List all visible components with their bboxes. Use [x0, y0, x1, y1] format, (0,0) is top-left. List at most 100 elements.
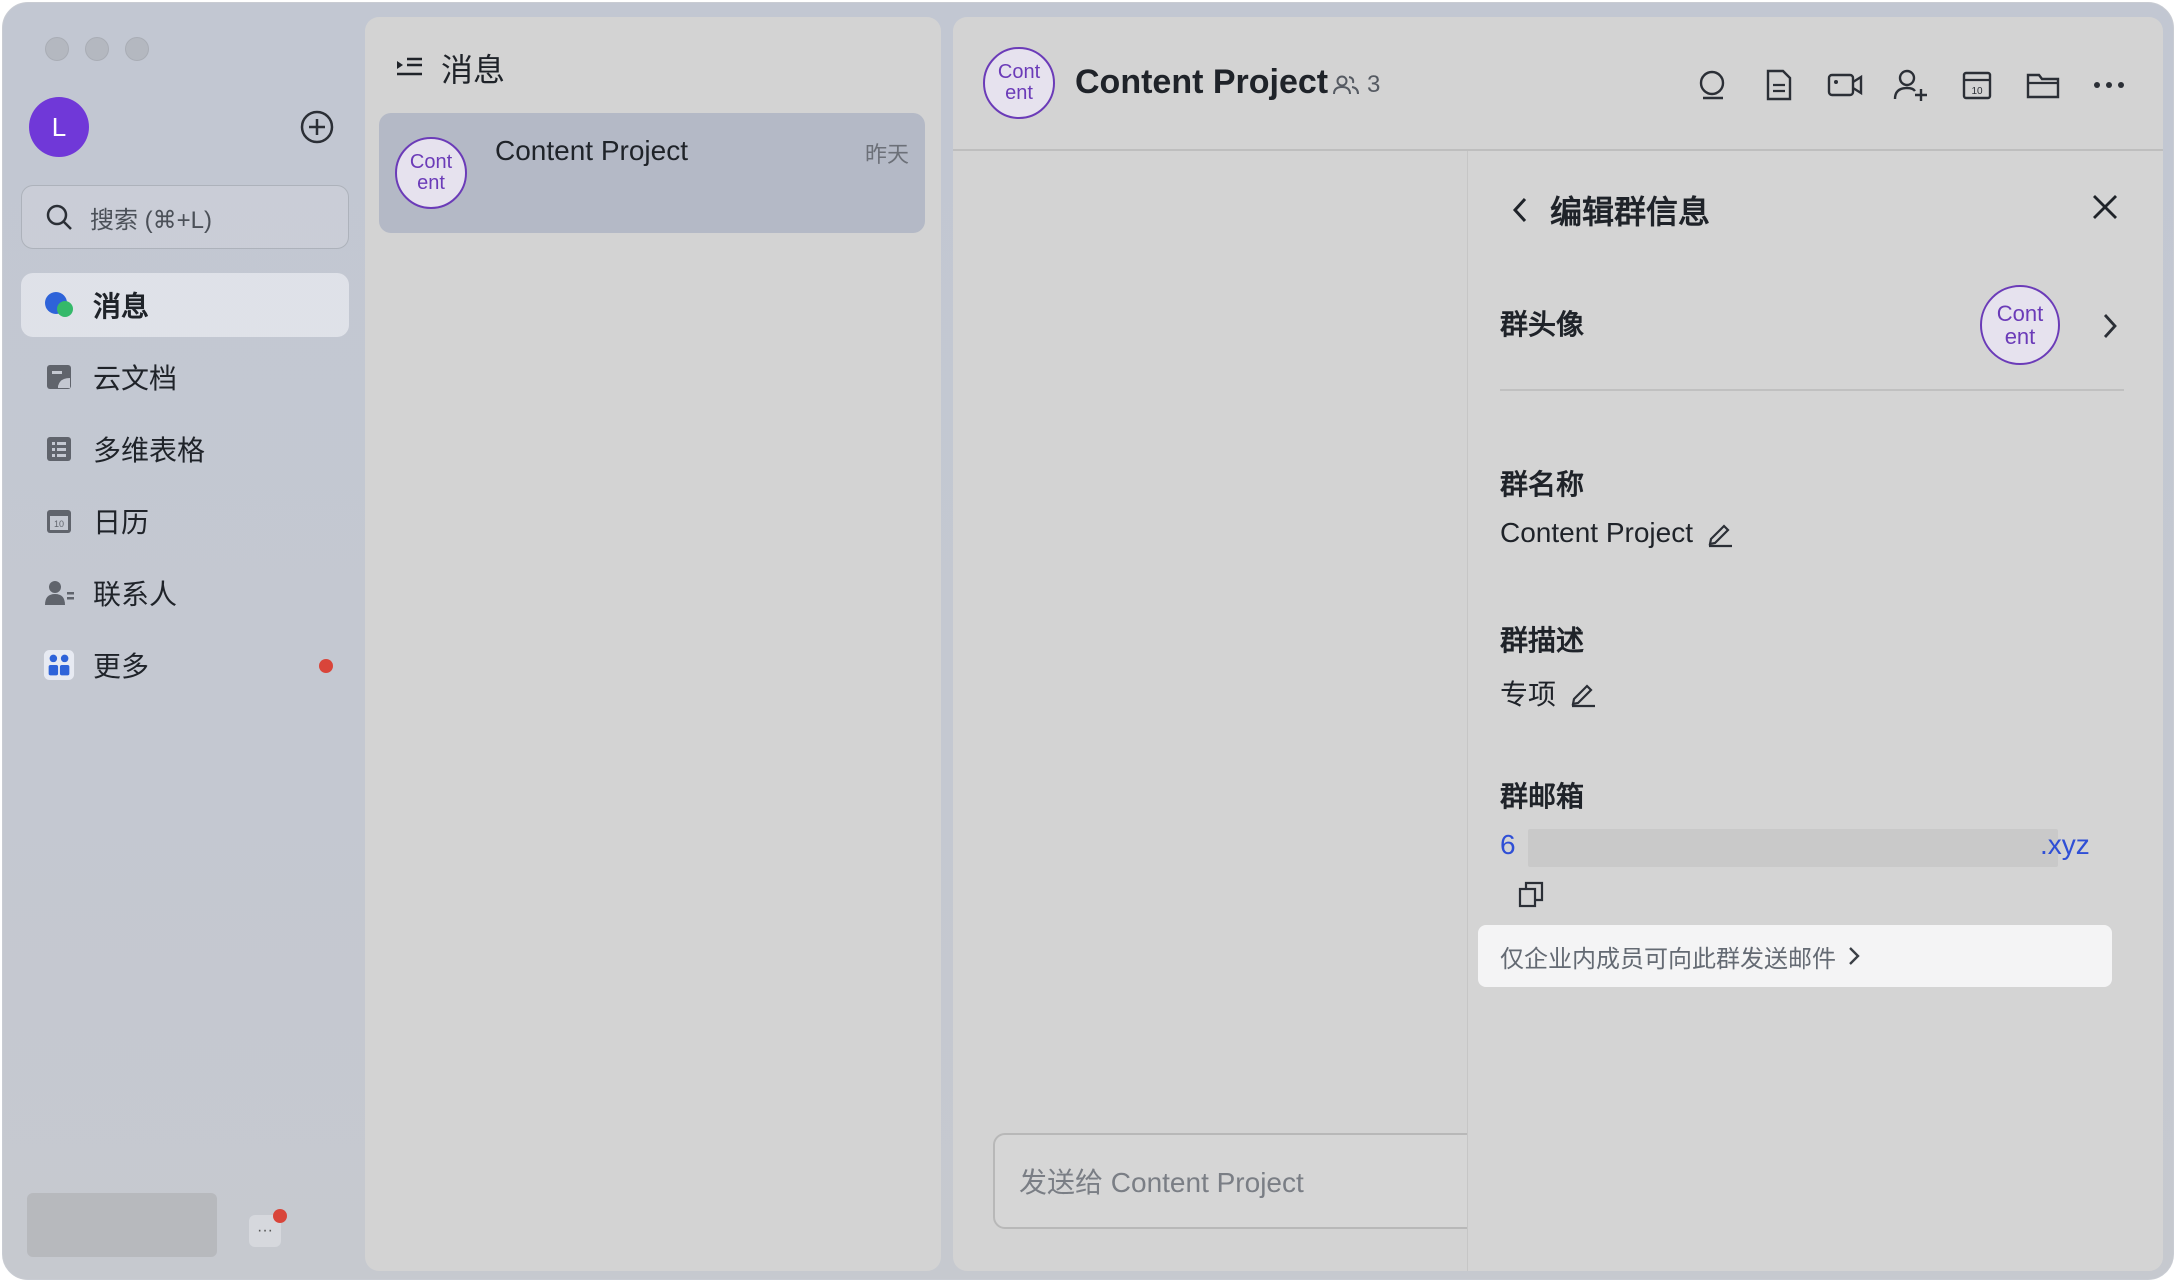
- plus-circle-icon: [300, 110, 334, 144]
- sidebar-item-label: 日历: [93, 507, 150, 538]
- sidebar-item-base[interactable]: 多维表格: [21, 417, 349, 481]
- chat-header: Cont ent Content Project 3 10: [953, 17, 2163, 151]
- collapse-sidebar-icon[interactable]: [393, 52, 425, 84]
- document-icon: [1766, 69, 1792, 101]
- avatar-text-line2: ent: [2004, 324, 2036, 349]
- group-name-label: 群名称: [1500, 469, 1585, 500]
- member-count-value: 3: [1367, 71, 1381, 98]
- message-list-panel: 消息 Cont ent Content Project 昨天: [365, 17, 941, 1271]
- folder-button[interactable]: [2025, 67, 2061, 103]
- close-window-button[interactable]: [45, 37, 69, 61]
- user-avatar[interactable]: L: [29, 97, 89, 157]
- group-avatar-row[interactable]: 群头像 Cont ent: [1500, 269, 2124, 391]
- avatar-text-line2: ent: [1005, 82, 1033, 104]
- app-window: L 搜索 (⌘+L) 消息 云文档 多维表格 10 日历 联系人 更多 ··· …: [2, 2, 2174, 1280]
- search-chat-icon: [1699, 70, 1725, 100]
- video-call-button[interactable]: [1827, 67, 1863, 103]
- sidebar-item-calendar[interactable]: 10 日历: [21, 489, 349, 553]
- close-button[interactable]: [2087, 189, 2123, 225]
- email-permission-text: 仅企业内成员可向此群发送邮件: [1500, 945, 1836, 973]
- calendar-button[interactable]: 10: [1959, 67, 1995, 103]
- search-placeholder: 搜索 (⌘+L): [90, 206, 213, 234]
- add-button[interactable]: [297, 107, 337, 147]
- folder-icon: [2026, 73, 2060, 99]
- back-arrow-icon[interactable]: [1508, 194, 1532, 226]
- sidebar-item-more[interactable]: 更多: [21, 633, 349, 697]
- chat-toolbar: 10: [1695, 67, 2127, 103]
- sidebar-item-messages[interactable]: 消息: [21, 273, 349, 337]
- chat-title[interactable]: Content Project: [1075, 63, 1328, 102]
- svg-text:10: 10: [54, 519, 64, 529]
- search-input[interactable]: 搜索 (⌘+L): [21, 185, 349, 249]
- group-name-value: Content Project: [1500, 517, 1693, 548]
- message-bubble-icon: [43, 289, 75, 321]
- base-table-icon: [43, 433, 75, 465]
- copy-button[interactable]: [1516, 879, 1546, 909]
- sidebar-item-contacts[interactable]: 联系人: [21, 561, 349, 625]
- calendar-icon: 10: [1962, 71, 1992, 100]
- search-chat-button[interactable]: [1695, 67, 1731, 103]
- sidebar-nav: 消息 云文档 多维表格 10 日历 联系人 更多: [21, 273, 349, 705]
- notification-badge: [319, 659, 333, 673]
- window-controls: [45, 37, 149, 61]
- group-avatar: Cont ent: [1980, 285, 2060, 365]
- close-icon: [2093, 195, 2117, 219]
- cloud-doc-icon: [43, 361, 75, 393]
- sidebar-item-label: 更多: [93, 651, 150, 682]
- pencil-icon[interactable]: [1705, 518, 1735, 548]
- email-permission-setting[interactable]: 仅企业内成员可向此群发送邮件: [1478, 925, 2112, 987]
- message-list-header: 消息: [393, 45, 505, 91]
- group-avatar-label: 群头像: [1500, 309, 1585, 340]
- more-options-label: ···: [257, 1222, 273, 1239]
- more-button[interactable]: [2091, 67, 2127, 103]
- sidebar-item-docs[interactable]: 云文档: [21, 345, 349, 409]
- message-input-placeholder: 发送给 Content Project: [1019, 1167, 1304, 1198]
- svg-text:10: 10: [1971, 86, 1983, 97]
- copy-icon: [1518, 881, 1544, 908]
- more-apps-icon: [43, 649, 75, 681]
- video-call-icon: [1827, 73, 1863, 97]
- chevron-right-icon: [2103, 314, 2117, 338]
- page-title: 消息: [441, 52, 506, 88]
- more-options-button[interactable]: ···: [249, 1209, 287, 1247]
- edit-group-info-panel: 编辑群信息 群头像 Cont ent 群名称 Content Project 群…: [1467, 151, 2163, 1271]
- conversation-name: Content Project: [495, 135, 688, 166]
- members-icon: [1333, 75, 1359, 95]
- group-avatar[interactable]: Cont ent: [983, 47, 1055, 119]
- add-member-icon: [1893, 69, 1927, 101]
- search-icon: [46, 204, 72, 230]
- zoom-window-button[interactable]: [125, 37, 149, 61]
- minimize-window-button[interactable]: [85, 37, 109, 61]
- avatar-text-line2: ent: [417, 172, 445, 194]
- more-icon: [2094, 82, 2124, 88]
- avatar-text-line1: Cont: [409, 151, 453, 173]
- edit-panel-header: 编辑群信息: [1508, 187, 1710, 233]
- edit-panel-title: 编辑群信息: [1550, 194, 1711, 230]
- contacts-icon: [43, 577, 75, 609]
- sidebar-item-label: 云文档: [93, 363, 178, 394]
- calendar-icon: 10: [43, 505, 75, 537]
- notification-badge: [273, 1209, 287, 1223]
- docs-button[interactable]: [1761, 67, 1797, 103]
- group-avatar: Cont ent: [395, 137, 467, 209]
- sidebar-item-label: 消息: [93, 291, 150, 322]
- group-description-field[interactable]: 专项: [1500, 673, 1598, 713]
- group-name-field[interactable]: Content Project: [1500, 517, 1735, 549]
- pencil-icon[interactable]: [1568, 678, 1598, 708]
- list-item[interactable]: Cont ent Content Project 昨天: [379, 113, 925, 233]
- group-description-value: 专项: [1500, 679, 1557, 710]
- avatar-text-line1: Cont: [997, 61, 1041, 83]
- group-email-address[interactable]: 6 .xyz: [1500, 829, 2100, 867]
- chevron-right-icon: [1849, 947, 1860, 965]
- avatar-text-line1: Cont: [1996, 300, 2044, 326]
- user-initial: L: [51, 111, 67, 142]
- blurred-area: [27, 1193, 217, 1257]
- sidebar-item-label: 多维表格: [93, 435, 206, 466]
- member-count[interactable]: 3: [1333, 71, 1380, 99]
- group-email-start: 6: [1500, 829, 1516, 860]
- group-description-label: 群描述: [1500, 625, 1585, 656]
- sidebar-item-label: 联系人: [93, 579, 178, 610]
- add-member-button[interactable]: [1893, 67, 1929, 103]
- conversation-time: 昨天: [864, 142, 909, 167]
- chat-panel: Cont ent Content Project 3 10 发送给 Conten…: [953, 17, 2163, 1271]
